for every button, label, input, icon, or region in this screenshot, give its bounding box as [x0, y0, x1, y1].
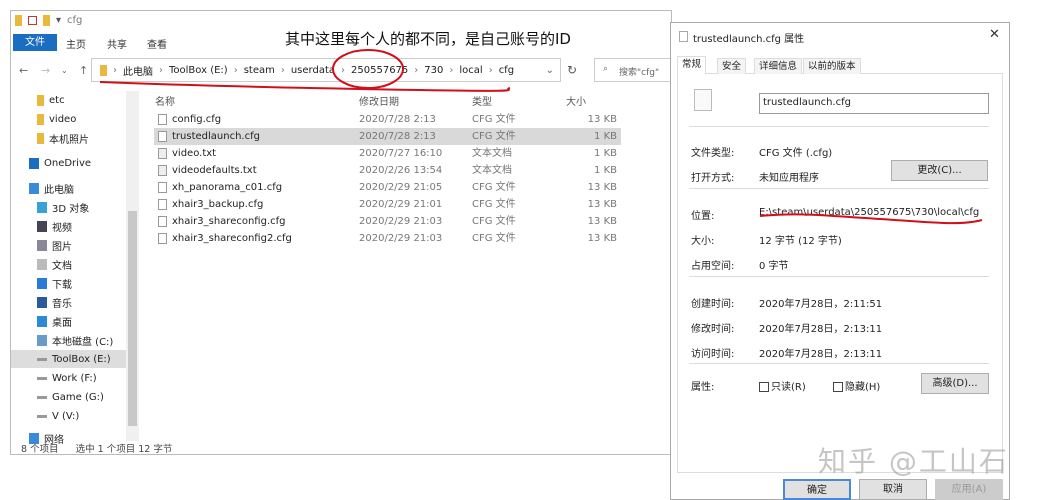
location-underline: [759, 213, 983, 225]
user-id-circle: [332, 49, 404, 89]
address-underline: [99, 81, 511, 92]
watermark: 知乎 @工山石: [818, 445, 1009, 478]
red-annotation-marks: [99, 49, 983, 225]
